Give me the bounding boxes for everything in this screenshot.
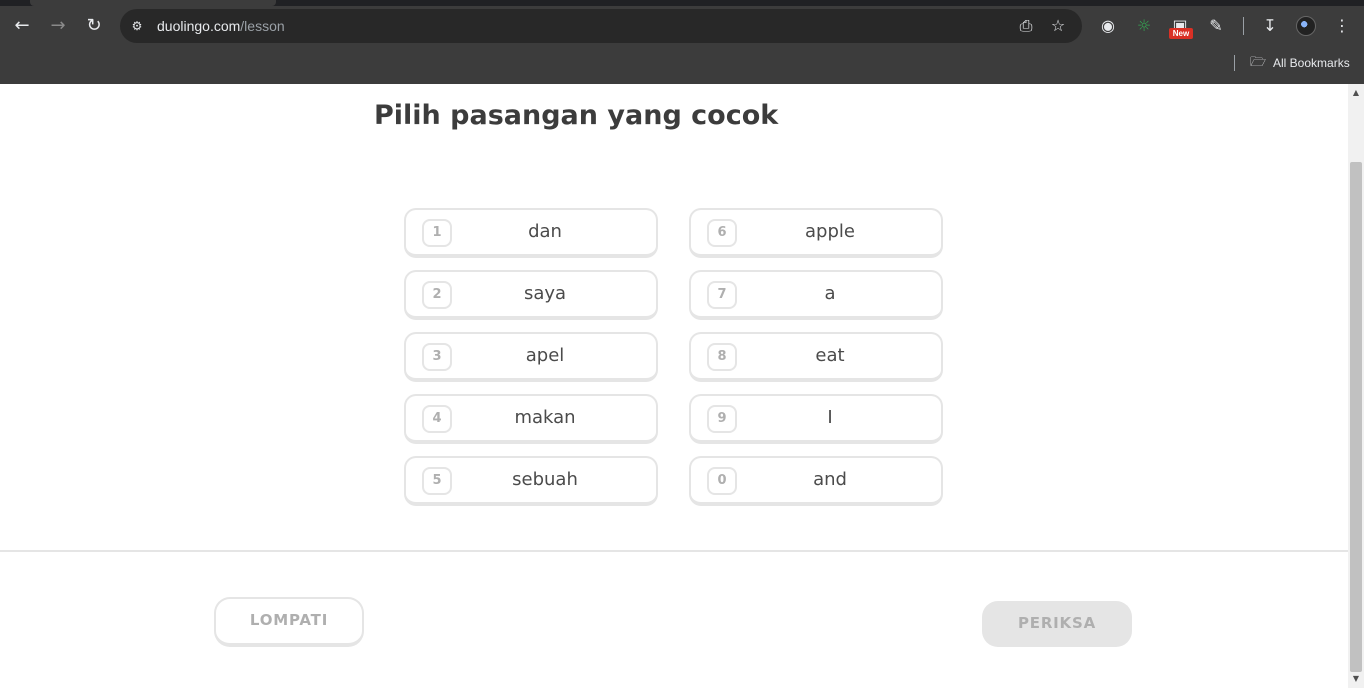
all-bookmarks-link[interactable]: All Bookmarks — [1273, 53, 1350, 73]
match-tile-left-4[interactable]: 4 makan — [404, 394, 658, 444]
lesson-page: Pilih pasangan yang cocok 1 dan 2 saya 3… — [0, 84, 1348, 688]
url-path: /lesson — [240, 18, 285, 34]
address-bar[interactable]: ⚙ duolingo.com/lesson ⎙ ☆ — [120, 9, 1082, 43]
match-tile-left-1[interactable]: 1 dan — [404, 208, 658, 258]
tile-word: and — [813, 469, 847, 490]
scroll-thumb[interactable] — [1350, 162, 1362, 672]
reload-icon[interactable]: ↻ — [82, 14, 106, 38]
tile-word: sebuah — [512, 469, 578, 490]
menu-kebab-icon[interactable]: ⋮ — [1331, 15, 1353, 37]
folder-icon[interactable]: 🗁 — [1250, 53, 1266, 73]
forward-arrow-icon[interactable]: → — [46, 14, 70, 38]
download-icon[interactable]: ↧ — [1259, 15, 1281, 37]
active-tab[interactable] — [30, 0, 276, 6]
browser-toolbar: ← → ↻ ⚙ duolingo.com/lesson ⎙ ☆ ◉ ☼ ▣ Ne… — [0, 0, 1364, 84]
bookmarks-divider — [1234, 55, 1235, 71]
match-tile-right-9[interactable]: 9 I — [689, 394, 943, 444]
tile-word: eat — [815, 345, 845, 366]
scroll-down-arrow-icon[interactable]: ▼ — [1348, 672, 1364, 686]
scroll-up-arrow-icon[interactable]: ▲ — [1348, 86, 1364, 100]
tile-word: makan — [514, 407, 576, 428]
tile-word: I — [827, 407, 833, 428]
tile-word: a — [824, 283, 836, 304]
match-tile-right-0[interactable]: 0 and — [689, 456, 943, 506]
match-tile-right-8[interactable]: 8 eat — [689, 332, 943, 382]
tile-word: apple — [805, 221, 855, 242]
match-tile-right-6[interactable]: 6 apple — [689, 208, 943, 258]
eye-slash-extension-icon[interactable]: ☼ — [1133, 15, 1155, 37]
footer-divider — [0, 550, 1348, 552]
extensions-puzzle-icon[interactable]: ✎ — [1205, 15, 1227, 37]
url-host: duolingo.com — [157, 18, 241, 34]
site-settings-icon[interactable]: ⚙ — [128, 17, 146, 35]
tab-strip — [0, 0, 1364, 6]
page-title: Pilih pasangan yang cocok — [374, 100, 779, 131]
profile-avatar[interactable] — [1296, 16, 1316, 36]
new-badge: New — [1169, 28, 1193, 39]
tile-word: apel — [525, 345, 565, 366]
match-tile-left-5[interactable]: 5 sebuah — [404, 456, 658, 506]
match-tile-right-7[interactable]: 7 a — [689, 270, 943, 320]
match-tile-left-2[interactable]: 2 saya — [404, 270, 658, 320]
toolbar-divider — [1243, 17, 1244, 35]
bookmarks-bar: 🗁 All Bookmarks — [0, 50, 1364, 80]
page-scrollbar[interactable]: ▲ ▼ — [1348, 84, 1364, 688]
match-tile-left-3[interactable]: 3 apel — [404, 332, 658, 382]
tile-word: saya — [523, 283, 567, 304]
url-text[interactable]: duolingo.com/lesson — [157, 17, 285, 35]
install-app-icon[interactable]: ⎙ — [1016, 16, 1036, 36]
check-button[interactable]: PERIKSA — [982, 601, 1132, 647]
back-arrow-icon[interactable]: ← — [10, 14, 34, 38]
camera-extension-icon[interactable]: ◉ — [1097, 15, 1119, 37]
skip-button[interactable]: LOMPATI — [214, 597, 364, 647]
bookmark-star-icon[interactable]: ☆ — [1048, 16, 1068, 36]
tile-word: dan — [528, 221, 562, 242]
